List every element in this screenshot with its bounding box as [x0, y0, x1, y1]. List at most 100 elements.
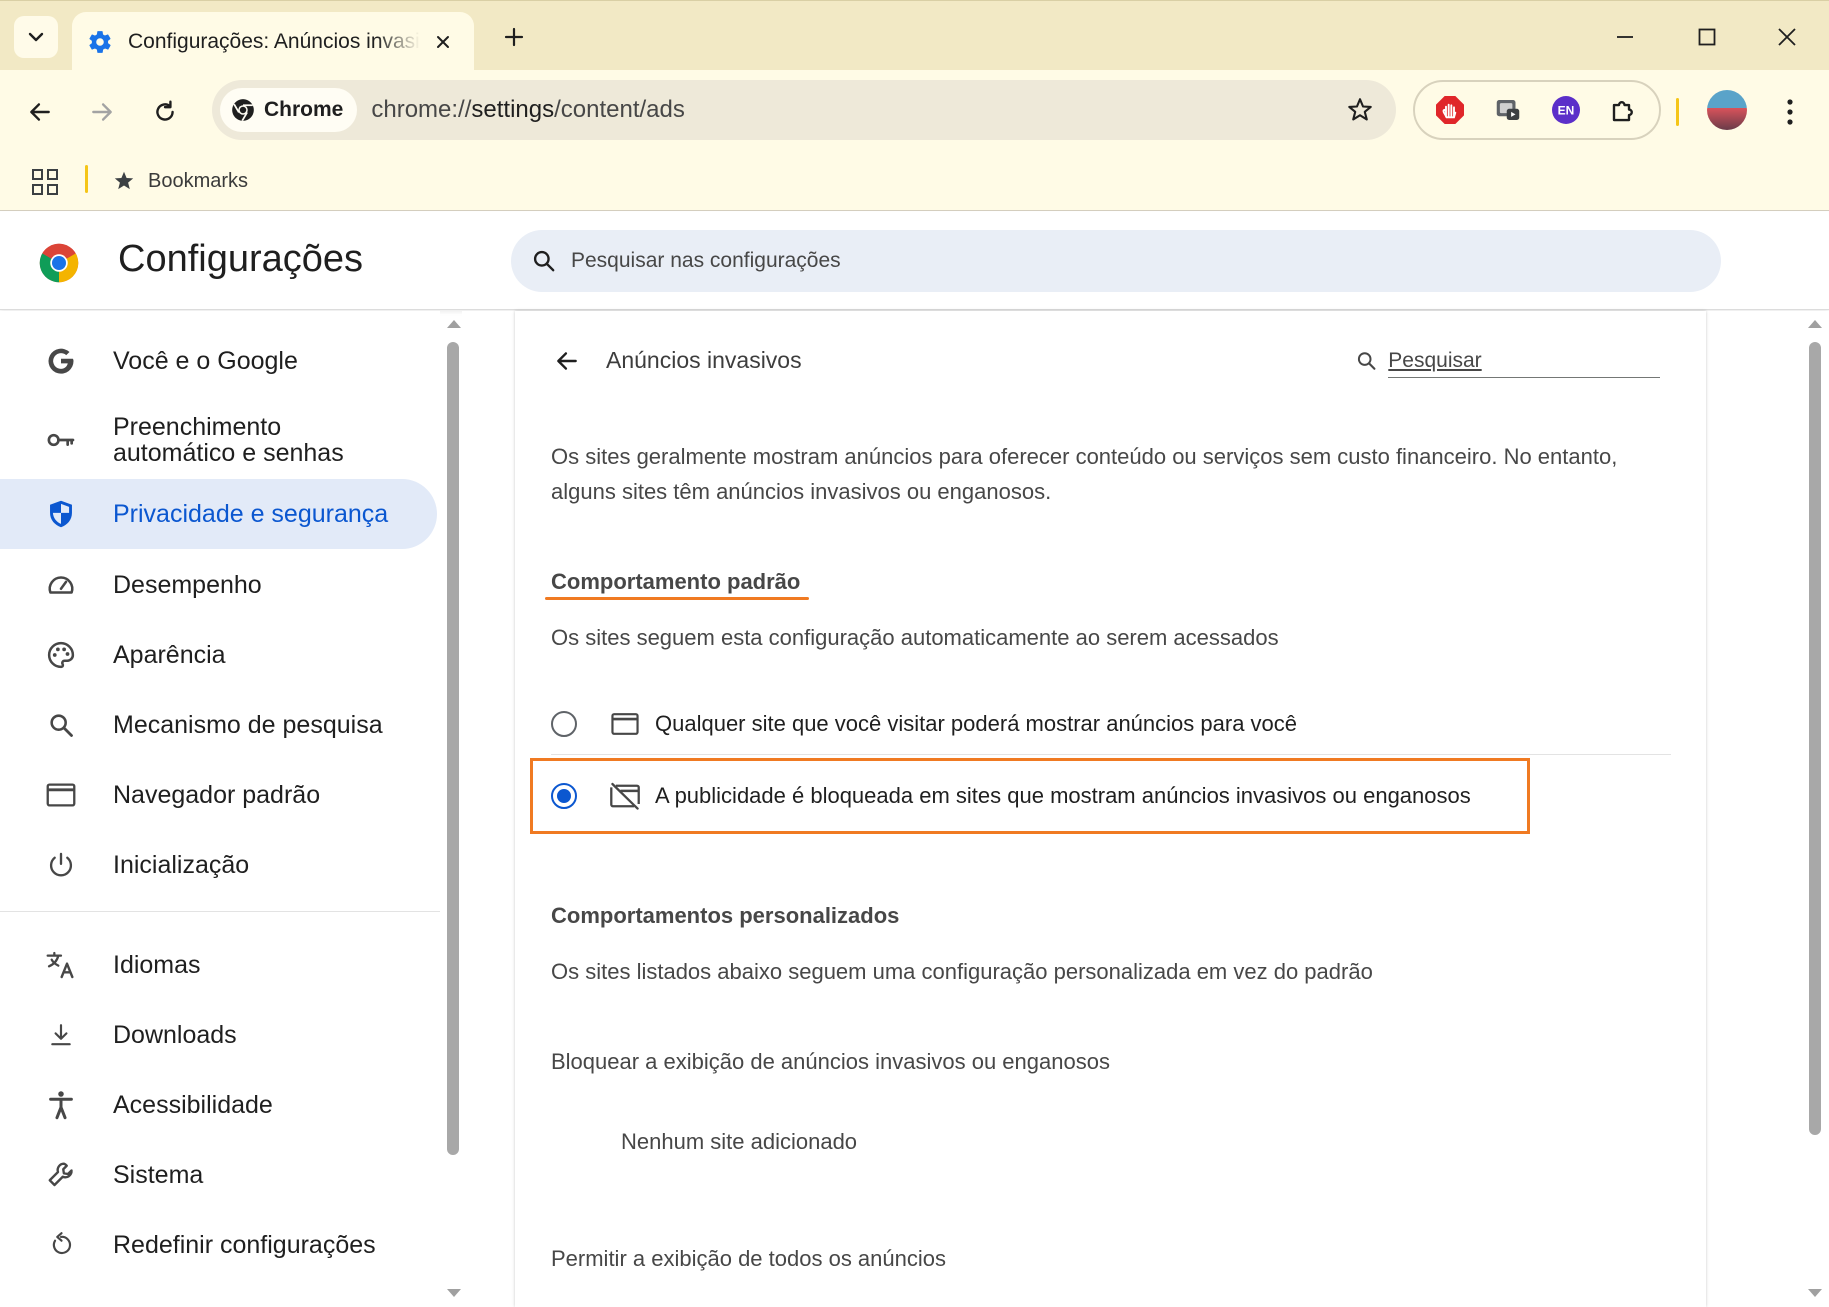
speedometer-icon: [44, 568, 78, 602]
selected-option-highlight: [530, 758, 1530, 834]
language-icon: EN: [1552, 96, 1580, 124]
subpage-title: Anúncios invasivos: [606, 347, 802, 373]
url-path: /content/ads: [554, 96, 685, 123]
arrow-left-icon: [30, 103, 50, 121]
sidebar-item-label: Mecanismo de pesquisa: [113, 711, 383, 739]
sidebar-item-downloads[interactable]: Downloads: [0, 1005, 437, 1065]
option-allow-ads[interactable]: Qualquer site que você visitar poderá mo…: [551, 694, 1671, 754]
sidebar-item-appearance[interactable]: Aparência: [0, 625, 437, 685]
sidebar-item-system[interactable]: Sistema: [0, 1145, 437, 1205]
download-icon: [44, 1018, 78, 1052]
more-vert-icon: [1787, 99, 1793, 125]
bookmarks-bar: Bookmarks: [0, 153, 1829, 211]
ads-allowed-icon: [609, 710, 641, 738]
sidebar-item-label: Redefinir configurações: [113, 1231, 376, 1259]
shield-icon: [44, 497, 78, 531]
close-icon: [1778, 28, 1796, 46]
sidebar-item-label: Idiomas: [113, 951, 201, 979]
subpage-search-input[interactable]: [1388, 344, 1660, 378]
language-extension[interactable]: EN: [1546, 90, 1586, 130]
chrome-menu-button[interactable]: [1770, 90, 1810, 134]
adblock-extension[interactable]: [1430, 90, 1470, 130]
sidebar-item-search-engine[interactable]: Mecanismo de pesquisa: [0, 695, 437, 755]
subpage-search[interactable]: [1355, 341, 1660, 381]
forward-button[interactable]: [80, 90, 124, 134]
settings-search-input[interactable]: [571, 249, 1471, 273]
search-icon: [1357, 352, 1376, 370]
chip-label: Chrome: [264, 98, 344, 121]
key-icon: [44, 423, 78, 457]
reload-button[interactable]: [143, 90, 187, 134]
sidebar-item-label: Navegador padrão: [113, 781, 321, 809]
page-title: Configurações: [118, 238, 364, 280]
chrome-logo-icon: [232, 99, 254, 122]
profile-avatar[interactable]: [1707, 90, 1747, 130]
bookmarks-separator: [85, 165, 88, 193]
radio-allow-ads[interactable]: [551, 711, 577, 737]
tab-strip: Configurações: Anúncios invasivos: [0, 0, 1829, 72]
sidebar-item-privacy[interactable]: Privacidade e segurança: [0, 479, 437, 549]
new-tab-button[interactable]: [494, 17, 534, 57]
sidebar-item-default-browser[interactable]: Navegador padrão: [0, 765, 437, 825]
custom-behavior-heading: Comportamentos personalizados: [551, 903, 900, 928]
palette-icon: [44, 638, 78, 672]
accessibility-icon: [44, 1088, 78, 1122]
tab-title: Configurações: Anúncios invasivos: [128, 30, 420, 53]
bookmark-star-button[interactable]: [1338, 88, 1382, 132]
main-scroll-down[interactable]: [1808, 1289, 1822, 1297]
settings-search[interactable]: [511, 230, 1721, 292]
address-bar[interactable]: Chrome chrome://settings/content/ads: [212, 80, 1396, 140]
back-button[interactable]: [18, 90, 62, 134]
main-scrollbar[interactable]: [1809, 342, 1821, 1135]
bookmarks-folder[interactable]: Bookmarks: [112, 163, 248, 199]
block-list-empty: Nenhum site adicionado: [621, 1129, 858, 1154]
sidebar-item-performance[interactable]: Desempenho: [0, 555, 437, 615]
sidebar-scroll-up[interactable]: [447, 320, 461, 328]
star-filled-icon: [114, 171, 134, 190]
settings-sidebar: Você e o Google Preenchimento automático…: [0, 311, 440, 1307]
sidebar-scrollbar[interactable]: [447, 342, 459, 1155]
sidebar-item-startup[interactable]: Inicialização: [0, 835, 437, 895]
subpage-back-button[interactable]: [545, 339, 589, 383]
browser-toolbar: Chrome chrome://settings/content/ads EN: [0, 70, 1829, 153]
browser-window-icon: [44, 778, 78, 812]
sidebar-item-languages[interactable]: Idiomas: [0, 935, 437, 995]
option-label: Qualquer site que você visitar poderá mo…: [655, 711, 1298, 736]
sidebar-scroll-down[interactable]: [447, 1289, 461, 1297]
option-divider: [551, 754, 1671, 755]
minimize-button[interactable]: [1600, 15, 1650, 59]
media-extension[interactable]: [1488, 90, 1528, 130]
sidebar-item-google[interactable]: Você e o Google: [0, 331, 437, 391]
sidebar-item-accessibility[interactable]: Acessibilidade: [0, 1075, 437, 1135]
site-info-chip[interactable]: Chrome: [220, 88, 358, 132]
arrow-left-icon: [557, 352, 577, 370]
close-window-button[interactable]: [1762, 15, 1812, 59]
tab-search-button[interactable]: [14, 16, 58, 58]
maximize-button[interactable]: [1682, 15, 1732, 59]
main-scroll-up[interactable]: [1808, 320, 1822, 328]
extension-icon: [1496, 100, 1520, 120]
search-icon: [44, 708, 78, 742]
settings-header: Configurações: [0, 212, 1829, 310]
active-tab[interactable]: Configurações: Anúncios invasivos: [72, 12, 474, 72]
sidebar-item-label: Preenchimento automático e senhas: [113, 413, 344, 467]
url-prefix: chrome://: [371, 96, 472, 123]
sidebar-item-label: Aparência: [113, 641, 226, 669]
maximize-icon: [1698, 28, 1716, 46]
wrench-icon: [44, 1158, 78, 1192]
sidebar-item-autofill[interactable]: Preenchimento automático e senhas: [0, 399, 437, 481]
sidebar-item-label: Você e o Google: [113, 347, 298, 375]
tab-close-icon[interactable]: [428, 27, 458, 57]
star-icon: [1348, 98, 1372, 121]
apps-grid-icon[interactable]: [30, 167, 60, 197]
bookmarks-label: Bookmarks: [148, 169, 249, 192]
chrome-logo-icon: [39, 243, 79, 283]
settings-gear-icon: [86, 28, 114, 56]
extensions-menu-button[interactable]: [1604, 90, 1644, 130]
puzzle-icon: [1612, 101, 1633, 122]
sidebar-item-label: Inicialização: [113, 851, 250, 879]
custom-behavior-subheading: Os sites listados abaixo seguem uma conf…: [551, 959, 1373, 984]
url-text[interactable]: chrome://settings/content/ads: [371, 96, 1338, 124]
google-icon: [44, 344, 78, 378]
sidebar-item-reset[interactable]: Redefinir configurações: [0, 1215, 437, 1275]
